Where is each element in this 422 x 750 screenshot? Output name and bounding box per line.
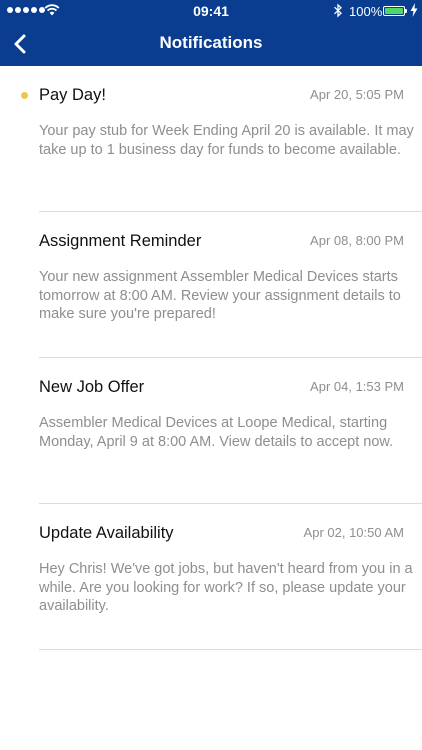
app-header: 09:41 100% Notifications	[0, 0, 422, 66]
notification-title: New Job Offer	[39, 378, 145, 396]
notification-date: Apr 20, 5:05 PM	[310, 87, 404, 102]
unread-indicator	[21, 92, 28, 99]
nav-bar: Notifications	[0, 22, 422, 66]
battery-fill	[385, 8, 403, 14]
notification-body: Your pay stub for Week Ending April 20 i…	[39, 123, 414, 158]
battery-icon	[383, 6, 407, 16]
divider	[39, 649, 422, 650]
page-title: Notifications	[159, 33, 263, 52]
status-bar: 09:41 100%	[0, 0, 422, 22]
notification-title: Pay Day!	[39, 86, 106, 104]
notification-body: Hey Chris! We've got jobs, but haven't h…	[39, 561, 413, 614]
notification-body: Assembler Medical Devices at Loope Medic…	[39, 415, 394, 450]
notification-item-assignment-reminder[interactable]: Assignment Reminder Apr 08, 8:00 PM Your…	[0, 212, 422, 358]
notification-item-new-job-offer[interactable]: New Job Offer Apr 04, 1:53 PM Assembler …	[0, 358, 422, 504]
notification-date: Apr 04, 1:53 PM	[310, 379, 404, 394]
bluetooth-icon	[333, 3, 343, 21]
notification-title: Assignment Reminder	[39, 232, 202, 250]
notification-item-pay-day[interactable]: Pay Day! Apr 20, 5:05 PM Your pay stub f…	[0, 66, 422, 212]
notification-item-update-availability[interactable]: Update Availability Apr 02, 10:50 AM Hey…	[0, 504, 422, 650]
notification-date: Apr 08, 8:00 PM	[310, 233, 404, 248]
notification-body: Your new assignment Assembler Medical De…	[39, 269, 401, 322]
notification-date: Apr 02, 10:50 AM	[303, 525, 404, 540]
notification-title: Update Availability	[39, 524, 174, 542]
notification-list: Pay Day! Apr 20, 5:05 PM Your pay stub f…	[0, 66, 422, 650]
battery-percent: 100%	[349, 4, 383, 19]
charging-bolt-icon	[410, 3, 418, 20]
